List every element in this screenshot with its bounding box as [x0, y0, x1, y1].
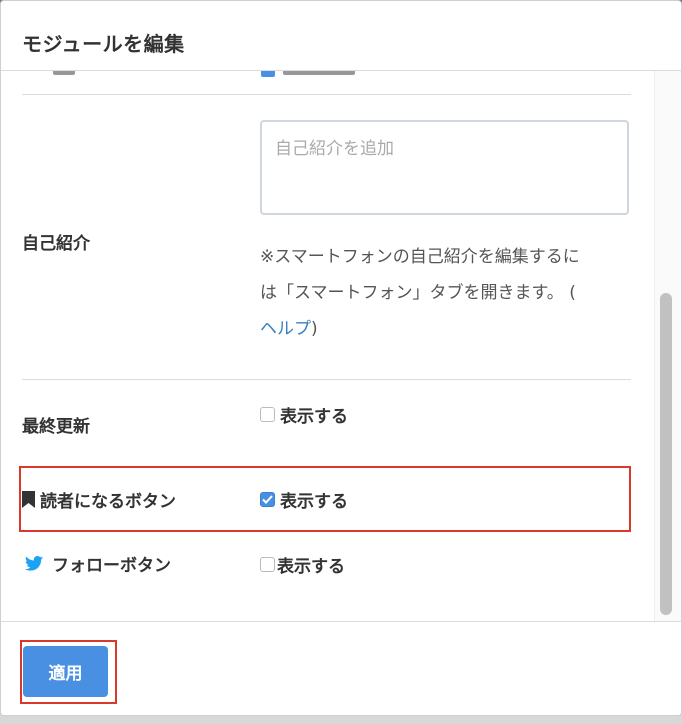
- follow-button-row-label: フォローボタン: [25, 551, 171, 576]
- divider: [22, 379, 631, 380]
- modal-title: モジュールを編集: [22, 32, 185, 56]
- self-intro-textarea[interactable]: 自己紹介を追加: [260, 120, 629, 215]
- note-close-paren: ): [311, 319, 318, 339]
- help-link[interactable]: ヘルプ: [260, 319, 311, 339]
- self-intro-placeholder: 自己紹介を追加: [275, 139, 394, 159]
- note-line-2: は「スマートフォン」タブを開きます。 (: [260, 283, 576, 303]
- reader-button-highlight: [19, 466, 631, 532]
- twitter-icon: [25, 556, 43, 571]
- note-line-3: ヘルプ): [260, 311, 635, 347]
- modal-body[interactable]: 自己紹介 自己紹介を追加 ※スマートフォンの自己紹介を編集するに は「スマートフ…: [1, 71, 681, 621]
- follow-button-option[interactable]: 表示する: [260, 552, 345, 577]
- follow-button-option-label: 表示する: [277, 557, 345, 577]
- note-line-1: ※スマートフォンの自己紹介を編集するに: [260, 247, 580, 267]
- last-updated-label: 最終更新: [22, 417, 90, 437]
- follow-button-checkbox[interactable]: [260, 557, 275, 572]
- cut-off-label: [53, 71, 75, 75]
- apply-button-highlight: [20, 640, 117, 704]
- divider: [22, 94, 631, 95]
- last-updated-option[interactable]: 表示する: [260, 402, 348, 427]
- self-intro-note: ※スマートフォンの自己紹介を編集するに は「スマートフォン」タブを開きます。 (…: [260, 239, 635, 347]
- follow-button-label: フォローボタン: [52, 556, 171, 576]
- self-intro-label: 自己紹介: [22, 234, 90, 254]
- scrollbar-thumb[interactable]: [660, 293, 672, 615]
- edit-module-modal: モジュールを編集 自己紹介 自己紹介を追加 ※スマートフォンの自己紹介を編集する…: [0, 0, 682, 716]
- cut-off-checkbox: [261, 71, 275, 77]
- last-updated-option-label: 表示する: [280, 407, 348, 427]
- cut-off-text: [283, 71, 355, 75]
- modal-header: モジュールを編集: [1, 1, 681, 71]
- last-updated-checkbox[interactable]: [260, 407, 275, 422]
